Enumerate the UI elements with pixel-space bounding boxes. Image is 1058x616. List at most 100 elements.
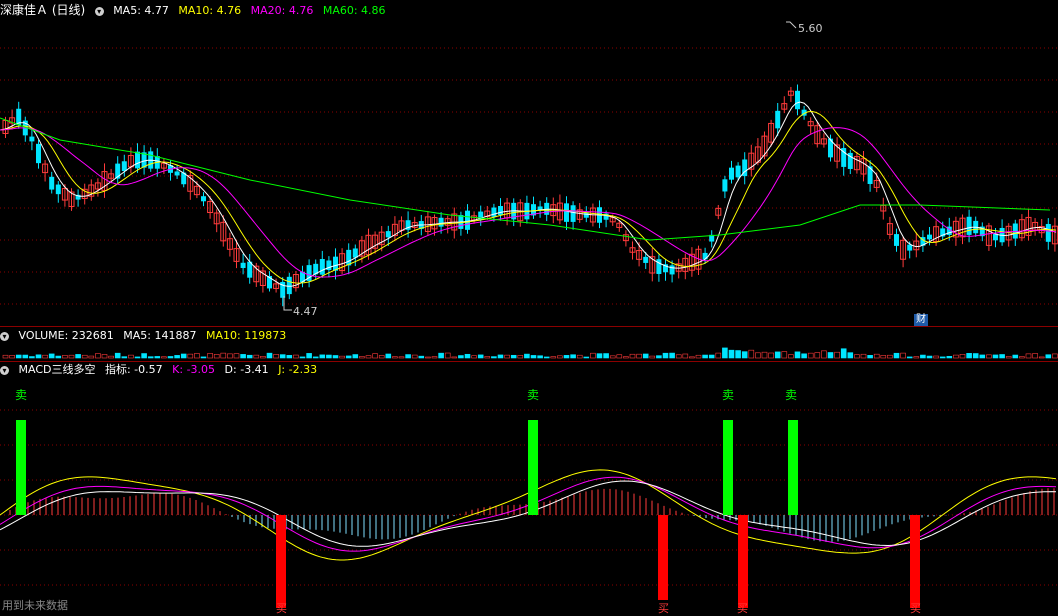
sell-signal-label: 卖: [785, 388, 798, 402]
volume-bar: [484, 356, 491, 359]
volume-bar: [154, 356, 161, 359]
volume-bar: [603, 353, 609, 359]
volume-bar: [339, 355, 345, 359]
volume-bar: [636, 353, 642, 359]
volume-bar: [537, 355, 543, 359]
volume-bar: [946, 355, 953, 359]
candle-body: [795, 90, 800, 110]
volume-bar: [35, 354, 42, 359]
candle-body: [643, 256, 649, 263]
candle-body: [201, 196, 206, 202]
volume-bar: [114, 352, 121, 359]
volume-bar: [147, 356, 154, 359]
volume-bar: [781, 351, 788, 359]
volume-bar: [1005, 356, 1012, 359]
volume-bar: [972, 353, 979, 359]
volume-bar: [345, 355, 352, 359]
volume-bar: [326, 354, 332, 359]
candle-body: [438, 217, 444, 227]
volume-bar: [491, 356, 497, 359]
volume-bar: [286, 355, 293, 359]
volume-bar: [504, 354, 510, 359]
volume-bar: [22, 354, 29, 359]
volume-bar: [497, 354, 504, 359]
volume-bar: [405, 354, 411, 359]
volume-bar: [233, 353, 240, 359]
stock-chart-canvas[interactable]: [0, 0, 1058, 615]
ma10-line: [0, 110, 1057, 284]
volume-bar: [563, 355, 570, 359]
volume-bar: [359, 356, 365, 359]
volume-bar: [768, 352, 774, 359]
low-pointer: [283, 296, 292, 311]
volume-bar: [550, 356, 557, 359]
volume-bar: [761, 351, 768, 359]
sell-signal-bar: [528, 420, 538, 515]
footer-note: 用到未来数据: [2, 599, 68, 612]
volume-bar: [458, 355, 464, 359]
candle-body: [240, 262, 246, 268]
volume-bar: [722, 347, 728, 359]
volume-bar: [398, 356, 405, 359]
volume-bar: [101, 354, 108, 359]
candle-body: [570, 205, 576, 222]
ma5-line: [0, 101, 1057, 287]
volume-bar: [200, 356, 207, 359]
volume-bar: [517, 355, 524, 359]
volume-bar: [873, 353, 880, 359]
volume-bar: [702, 354, 708, 359]
volume-bar: [68, 354, 75, 359]
volume-bar: [986, 354, 992, 359]
candle-body: [346, 249, 352, 266]
volume-bar: [174, 355, 180, 359]
volume-bar: [1025, 353, 1032, 359]
volume-bar: [794, 351, 801, 359]
volume-bar: [48, 353, 55, 359]
candle-body: [669, 265, 675, 275]
volume-bar: [207, 353, 213, 359]
volume-bar: [75, 354, 81, 359]
candle-body: [1045, 223, 1051, 242]
candle-body: [286, 276, 292, 295]
candle-body: [385, 231, 391, 238]
volume-bar: [62, 355, 68, 359]
volume-bar: [1045, 354, 1052, 359]
volume-bar: [9, 355, 15, 359]
volume-bar: [715, 352, 722, 359]
volume-bar: [279, 354, 286, 359]
candle-body: [735, 165, 741, 178]
candle-body: [927, 234, 932, 240]
volume-bar: [576, 354, 583, 359]
volume-bar: [992, 354, 999, 359]
volume-bar: [590, 352, 596, 359]
volume-bar: [893, 352, 900, 359]
candle-body: [966, 216, 972, 235]
finance-marker-icon[interactable]: 财: [914, 314, 928, 326]
sell-signal-bar: [788, 420, 798, 515]
volume-bar: [623, 356, 629, 359]
volume-bar: [840, 348, 847, 359]
volume-bar: [180, 353, 187, 359]
buy-signal-label: 买: [910, 602, 921, 615]
volume-bar: [682, 353, 689, 359]
high-pointer: [786, 21, 797, 29]
volume-bar: [167, 356, 174, 359]
volume-bar: [253, 354, 260, 359]
volume-bar: [880, 355, 887, 359]
volume-bar: [194, 353, 200, 359]
volume-bar: [378, 355, 385, 359]
ma60-line: [0, 117, 1051, 241]
volume-bar: [81, 354, 88, 359]
volume-bar: [1038, 356, 1045, 359]
sell-signal-label: 卖: [15, 388, 28, 402]
volume-bar: [860, 353, 867, 359]
volume-bar: [108, 355, 114, 359]
volume-bar: [444, 352, 451, 359]
volume-bar: [906, 356, 913, 359]
volume-bar: [649, 355, 656, 359]
volume-bar: [134, 356, 141, 359]
volume-bar: [741, 351, 748, 359]
volume-bar: [1052, 353, 1058, 359]
volume-bar: [933, 355, 939, 359]
volume-bar: [438, 352, 444, 359]
